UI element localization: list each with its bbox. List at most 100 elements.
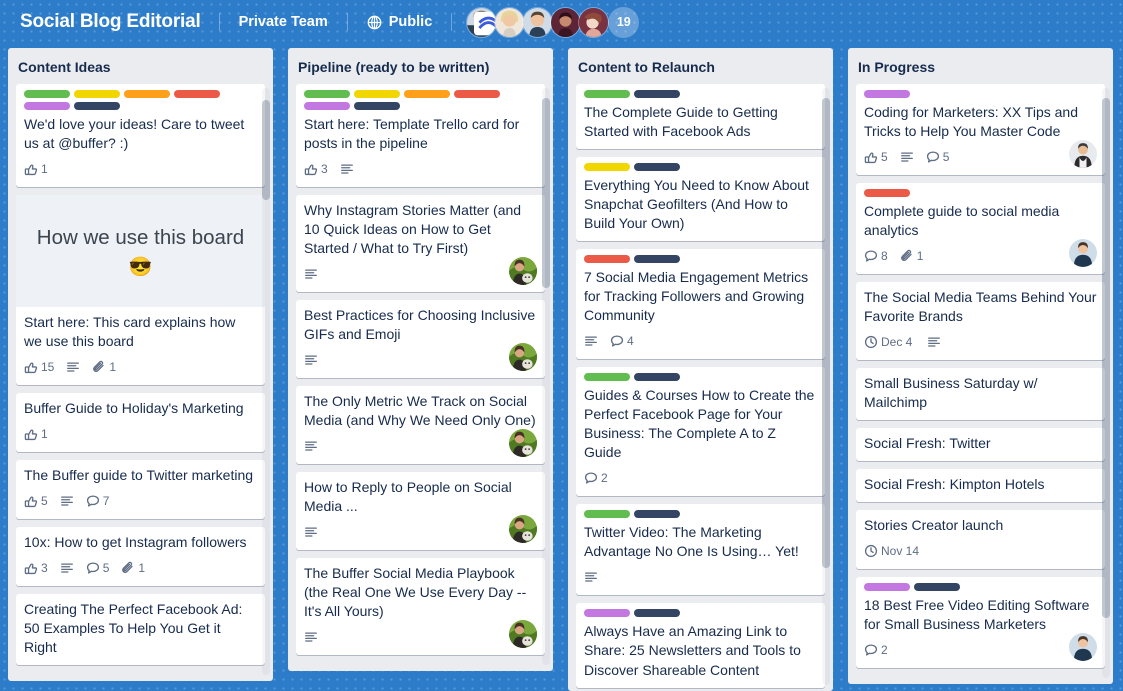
card[interactable]: Guides & Courses How to Create the Perfe… [576, 367, 825, 496]
card-label-yellow[interactable] [354, 90, 400, 98]
card-label-navy[interactable] [354, 102, 400, 110]
card-badge-description [927, 335, 941, 349]
card-badges: 1 [24, 424, 257, 444]
visibility-button[interactable]: Public [358, 9, 442, 35]
card[interactable]: Creating The Perfect Facebook Ad: 50 Exa… [16, 594, 265, 665]
board-title[interactable]: Social Blog Editorial [12, 7, 209, 37]
card-badges: 2 [864, 640, 1097, 660]
card-label-navy[interactable] [634, 90, 680, 98]
list-scrollbar-thumb[interactable] [1102, 98, 1110, 618]
card[interactable]: The Buffer guide to Twitter marketing57 [16, 460, 265, 519]
card[interactable]: Social Fresh: Twitter [856, 428, 1105, 461]
card[interactable]: How we use this board😎Start here: This c… [16, 195, 265, 385]
card[interactable]: Start here: Template Trello card for pos… [296, 84, 545, 187]
avatar[interactable] [494, 7, 525, 38]
card-title: The Buffer guide to Twitter marketing [24, 466, 257, 485]
comment-icon [86, 494, 100, 508]
avatar[interactable] [578, 7, 609, 38]
card-label-green[interactable] [584, 90, 630, 98]
avatar[interactable] [509, 429, 537, 457]
avatar[interactable] [1069, 239, 1097, 267]
list-title[interactable]: In Progress [848, 48, 1113, 84]
card-label-navy[interactable] [634, 255, 680, 263]
avatar[interactable] [509, 515, 537, 543]
avatar[interactable] [550, 7, 581, 38]
card-label-purple[interactable] [864, 583, 910, 591]
avatar[interactable] [466, 7, 497, 38]
card[interactable]: Always Have an Amazing Link to Share: 25… [576, 603, 825, 687]
card[interactable]: Coding for Marketers: XX Tips and Tricks… [856, 84, 1105, 175]
list-title[interactable]: Content to Relaunch [568, 48, 833, 84]
card[interactable]: Buffer Guide to Holiday's Marketing1 [16, 393, 265, 452]
avatar[interactable] [1069, 633, 1097, 661]
card-label-navy[interactable] [634, 163, 680, 171]
card-label-navy[interactable] [634, 373, 680, 381]
avatar[interactable] [1069, 140, 1097, 168]
card-title: Guides & Courses How to Create the Perfe… [584, 386, 817, 462]
card-label-green[interactable] [24, 90, 70, 98]
card-label-navy[interactable] [914, 583, 960, 591]
avatar[interactable] [509, 620, 537, 648]
description-icon [304, 267, 318, 281]
card-badge-comment: 4 [610, 334, 634, 348]
comment-icon [864, 249, 878, 263]
card-badge-value: 1 [109, 361, 116, 373]
card[interactable]: We'd love your ideas! Care to tweet us a… [16, 84, 265, 187]
card[interactable]: Social Fresh: Kimpton Hotels [856, 469, 1105, 502]
card-title: Everything You Need to Know About Snapch… [584, 176, 817, 233]
card-label-green[interactable] [584, 510, 630, 518]
card-label-green[interactable] [304, 90, 350, 98]
list-title[interactable]: Pipeline (ready to be written) [288, 48, 553, 84]
card[interactable]: The Complete Guide to Getting Started wi… [576, 84, 825, 149]
card-badge-value: 5 [103, 562, 110, 574]
list: Content IdeasWe'd love your ideas! Care … [8, 48, 273, 681]
avatar[interactable] [509, 343, 537, 371]
card-badge-description [584, 570, 598, 584]
card[interactable]: Small Business Saturday w/ Mailchimp [856, 368, 1105, 420]
list-scrollbar-thumb[interactable] [542, 98, 550, 288]
card-label-purple[interactable] [304, 102, 350, 110]
card-label-navy[interactable] [74, 102, 120, 110]
description-icon [340, 162, 354, 176]
list-scrollbar-thumb[interactable] [822, 98, 830, 568]
card-label-purple[interactable] [24, 102, 70, 110]
card-label-navy[interactable] [634, 609, 680, 617]
card-label-red[interactable] [864, 189, 910, 197]
avatar[interactable] [522, 7, 553, 38]
card[interactable]: The Social Media Teams Behind Your Favor… [856, 282, 1105, 360]
card-label-yellow[interactable] [584, 163, 630, 171]
card-badge-value: 8 [881, 250, 888, 262]
card-label-purple[interactable] [864, 90, 910, 98]
card[interactable]: 10x: How to get Instagram followers351 [16, 527, 265, 586]
card-badge-vote: 1 [24, 162, 48, 176]
card-label-yellow[interactable] [74, 90, 120, 98]
card[interactable]: Twitter Video: The Marketing Advantage N… [576, 504, 825, 595]
avatar[interactable] [509, 257, 537, 285]
member-count-badge[interactable]: 19 [608, 7, 639, 38]
card-badge-description [304, 353, 318, 367]
card-label-red[interactable] [584, 255, 630, 263]
card[interactable]: The Buffer Social Media Playbook (the Re… [296, 558, 545, 655]
card[interactable]: Complete guide to social media analytics… [856, 183, 1105, 274]
card[interactable]: Everything You Need to Know About Snapch… [576, 157, 825, 241]
card-label-orange[interactable] [404, 90, 450, 98]
card-label-red[interactable] [454, 90, 500, 98]
card[interactable]: 18 Best Free Video Editing Software for … [856, 577, 1105, 668]
card-label-red[interactable] [174, 90, 220, 98]
card-badge-value: 1 [138, 562, 145, 574]
card-badge-description [304, 630, 318, 644]
card[interactable]: Stories Creator launchNov 14 [856, 510, 1105, 569]
list-title[interactable]: Content Ideas [8, 48, 273, 84]
card-label-purple[interactable] [584, 609, 630, 617]
team-name-button[interactable]: Private Team [230, 9, 337, 35]
card-label-orange[interactable] [124, 90, 170, 98]
card-badge-description [304, 439, 318, 453]
card-label-navy[interactable] [634, 510, 680, 518]
card[interactable]: The Only Metric We Track on Social Media… [296, 386, 545, 464]
list-scrollbar-thumb[interactable] [262, 100, 270, 200]
card-label-green[interactable] [584, 373, 630, 381]
card[interactable]: How to Reply to People on Social Media .… [296, 472, 545, 550]
card[interactable]: Why Instagram Stories Matter (and 10 Qui… [296, 195, 545, 292]
card[interactable]: 7 Social Media Engagement Metrics for Tr… [576, 249, 825, 359]
card[interactable]: Best Practices for Choosing Inclusive GI… [296, 300, 545, 378]
